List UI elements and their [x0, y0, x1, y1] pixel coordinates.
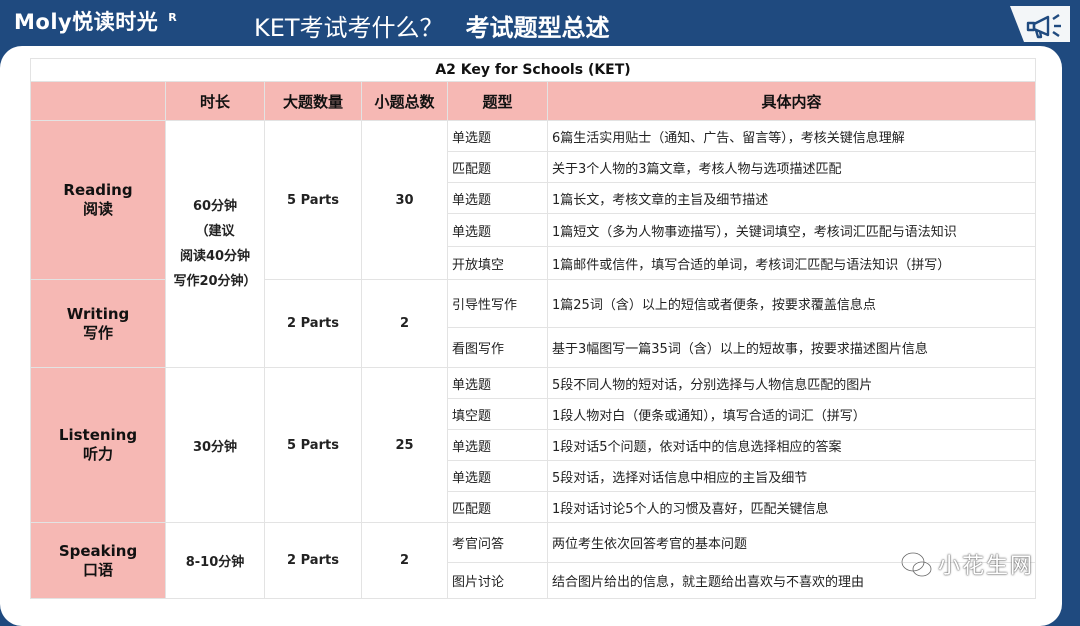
speaking-duration: 8-10分钟: [165, 522, 265, 599]
header-content: 具体内容: [546, 81, 1037, 121]
writing-count: 2: [361, 279, 448, 368]
listening-parts: 5 Parts: [264, 367, 362, 523]
reading-parts: 5 Parts: [264, 120, 362, 280]
table-title: A2 Key for Schools (KET): [29, 58, 1037, 82]
section-name-cn: 写作: [82, 323, 113, 342]
question-type: 开放填空: [447, 246, 548, 280]
section-name-cn: 听力: [82, 445, 113, 463]
ket-exam-table: A2 Key for Schools (KET) 时长 大题数量 小题总数 题型…: [29, 58, 1037, 599]
section-reading: Reading 阅读: [30, 120, 166, 280]
writing-parts: 2 Parts: [264, 279, 362, 368]
watermark-text: 小花生网: [938, 554, 1035, 579]
duration-line: 60分钟: [192, 199, 238, 214]
question-content: 5段对话，选择对话信息中相应的主旨及细节: [546, 460, 1037, 492]
table-header-row: 时长 大题数量 小题总数 题型 具体内容: [30, 81, 1037, 121]
question-content: 1段人物对白（便条或通知），填写合适的词汇（拼写）: [546, 398, 1037, 430]
question-content: 6篇生活实用贴士（通知、广告、留言等），考核关键信息理解: [546, 120, 1037, 152]
section-name: Reading: [63, 181, 133, 199]
question-content: 1篇25词（含）以上的短信或者便条，按要求覆盖信息点: [546, 279, 1037, 328]
question-type: 单选题: [447, 429, 548, 461]
question-type: 考官问答: [447, 522, 548, 563]
question-content: 1篇邮件或信件，填写合适的单词，考核词汇匹配与语法知识（拼写）: [546, 246, 1037, 280]
header-section-corner: [30, 81, 166, 121]
question-type: 单选题: [447, 460, 548, 492]
reading-writing-duration: 60分钟 （建议 阅读40分钟 写作20分钟）: [165, 120, 265, 368]
title-question: KET考试考什么？: [254, 14, 444, 42]
brand-registered-mark: R: [168, 11, 178, 24]
duration-line: 阅读40分钟: [179, 249, 251, 264]
question-content: 5段不同人物的短对话，分别选择与人物信息匹配的图片: [546, 367, 1037, 399]
header-count: 小题总数: [361, 81, 448, 121]
table-title-row: A2 Key for Schools (KET): [29, 58, 1037, 82]
section-speaking: Speaking 口语: [30, 522, 166, 599]
question-type: 单选题: [447, 182, 548, 214]
title-subtitle: 考试题型总述: [465, 14, 610, 42]
question-type: 填空题: [447, 398, 548, 430]
question-content: 1段对话讨论5个人的习惯及喜好，匹配关键信息: [546, 491, 1037, 523]
section-name: Speaking: [58, 541, 138, 560]
section-name-cn: 阅读: [82, 200, 113, 218]
listening-count: 25: [361, 367, 448, 523]
speaking-parts: 2 Parts: [264, 522, 362, 599]
header-duration: 时长: [165, 81, 265, 121]
question-type: 单选题: [447, 120, 548, 152]
question-content: 1篇长文，考核文章的主旨及细节描述: [546, 182, 1037, 214]
section-writing: Writing 写作: [30, 279, 166, 368]
table-row: Listening 听力 30分钟 5 Parts 25 单选题 5段不同人物的…: [30, 367, 1037, 523]
question-content: 1段对话5个问题，依对话中的信息选择相应的答案: [546, 429, 1037, 461]
question-type: 看图写作: [447, 327, 548, 368]
question-type: 图片讨论: [447, 562, 548, 599]
brand-name: Moly悦读时光: [14, 10, 159, 34]
question-type: 单选题: [447, 213, 548, 247]
page-title: KET考试考什么？ 考试题型总述: [254, 8, 610, 43]
megaphone-icon: [1010, 6, 1070, 42]
question-type: 单选题: [447, 367, 548, 399]
speaking-count: 2: [361, 522, 448, 599]
question-type: 匹配题: [447, 491, 548, 523]
header-parts: 大题数量: [264, 81, 362, 121]
duration-line: （建议: [195, 224, 235, 239]
question-content: 关于3个人物的3篇文章，考核人物与选项描述匹配: [546, 151, 1037, 183]
wechat-icon: [901, 552, 932, 577]
reading-count: 30: [361, 120, 448, 280]
listening-duration: 30分钟: [165, 367, 265, 523]
header-type: 题型: [447, 81, 548, 121]
table-row: Reading 阅读 60分钟 （建议 阅读40分钟 写作20分钟） 5 Par…: [30, 120, 1037, 368]
question-type: 匹配题: [447, 151, 548, 183]
section-name: Writing: [66, 304, 130, 323]
section-listening: Listening 听力: [30, 367, 166, 523]
duration-line: 写作20分钟）: [173, 274, 257, 289]
brand-logo: Moly悦读时光 R: [14, 6, 177, 36]
question-content: 基于3幅图写一篇35词（含）以上的短故事，按要求描述图片信息: [546, 327, 1037, 368]
section-name: Listening: [58, 426, 138, 444]
question-content: 1篇短文（多为人物事迹描写），关键词填空，考核词汇匹配与语法知识: [546, 213, 1037, 247]
question-type: 引导性写作: [447, 279, 548, 328]
table-row: Speaking 口语 8-10分钟 2 Parts 2 考官问答 两位考生依次…: [30, 522, 1037, 599]
section-name-cn: 口语: [82, 560, 113, 579]
